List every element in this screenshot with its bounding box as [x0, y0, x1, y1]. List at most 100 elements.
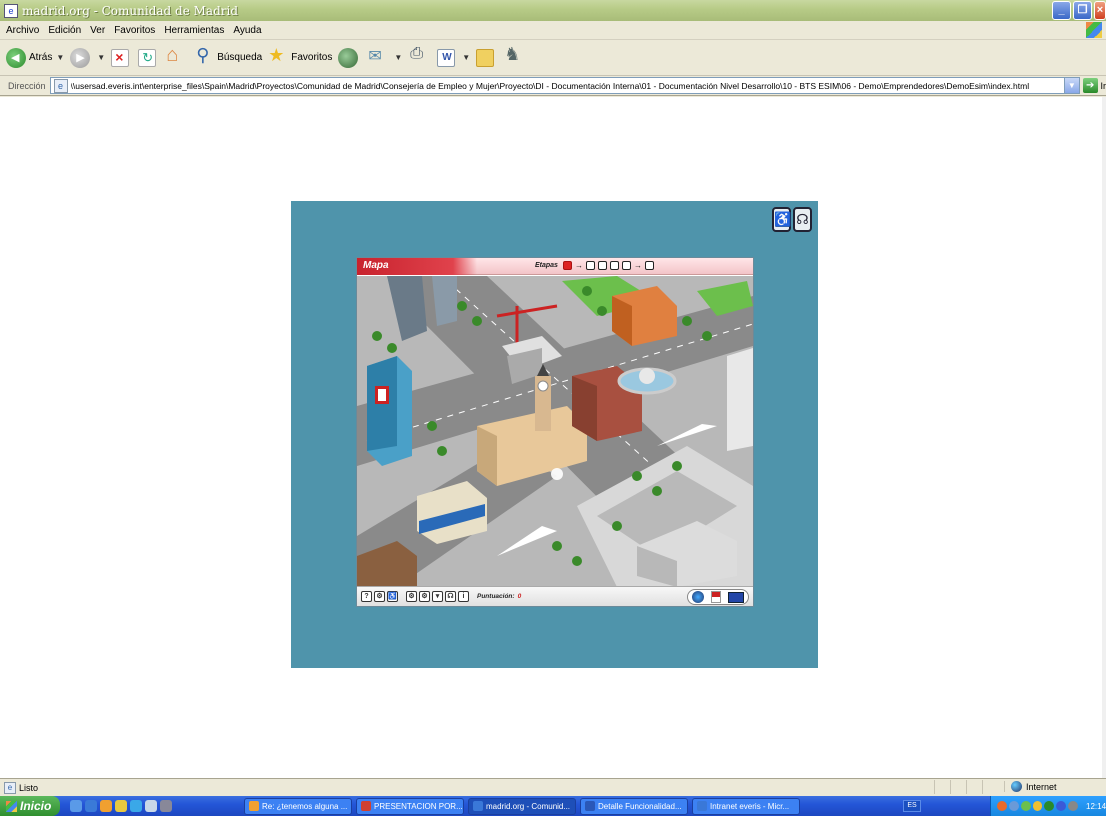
menu-bar: Archivo Edición Ver Favoritos Herramient…: [0, 21, 1106, 40]
funnel-icon[interactable]: ▾: [432, 591, 443, 602]
standard-toolbar: Atrás ▼ ▼ Búsqueda Favoritos ▼ ▼: [0, 40, 1106, 76]
media-icon: [338, 47, 359, 68]
browser-icon[interactable]: [85, 800, 97, 812]
star-icon: [268, 45, 288, 68]
go-arrow-icon[interactable]: ➔: [1082, 78, 1098, 93]
taskbar-item-intranet[interactable]: Intranet everis - Micr...: [692, 797, 800, 815]
mail-dropdown-icon[interactable]: ▼: [394, 53, 402, 62]
favorites-button[interactable]: Favoritos: [268, 45, 332, 68]
messenger-icon[interactable]: [115, 800, 127, 812]
info-icon[interactable]: i: [458, 591, 469, 602]
vertical-scrollbar[interactable]: [1102, 97, 1106, 778]
comunidad-madrid-logo-icon: [710, 591, 721, 603]
windows-logo-icon: [6, 800, 17, 812]
tray-app-icon[interactable]: [1032, 801, 1043, 811]
media-button[interactable]: [338, 47, 361, 68]
back-button[interactable]: Atrás: [6, 47, 53, 68]
taskbar-item-presentation[interactable]: PRESENTACION POR...: [356, 797, 464, 815]
game-panel: Mapa Etapas → → ? ⚙ ♿ ⚙ ⚙ ▾ ☊ i Puntuaci…: [356, 257, 754, 607]
security-zone: Internet: [1004, 781, 1100, 792]
wheelchair-icon[interactable]: ♿: [387, 591, 398, 602]
menu-ver[interactable]: Ver: [90, 25, 105, 36]
tool-icon[interactable]: ⚙: [419, 591, 430, 602]
forward-button[interactable]: [70, 47, 93, 68]
close-button[interactable]: ×: [1094, 1, 1106, 20]
menu-edicion[interactable]: Edición: [48, 25, 81, 36]
tray-app-icon[interactable]: [997, 801, 1007, 811]
quick-launch: [70, 800, 172, 812]
page-icon: e: [53, 78, 68, 93]
game-header: Mapa Etapas → →: [357, 258, 753, 275]
refresh-button[interactable]: [138, 48, 159, 67]
zone-label: Internet: [1026, 781, 1057, 792]
city-map[interactable]: [357, 276, 753, 587]
ie-icon: [473, 801, 483, 811]
explorer-icon[interactable]: [145, 800, 157, 812]
taskbar-item-detalle[interactable]: Detalle Funcionalidad...: [580, 797, 688, 815]
tool-icon[interactable]: ⚙: [406, 591, 417, 602]
wheelchair-icon[interactable]: ♿: [772, 207, 791, 232]
menu-ayuda[interactable]: Ayuda: [233, 25, 261, 36]
address-dropdown-icon[interactable]: ▼: [1063, 78, 1079, 93]
stop-icon: [111, 48, 130, 67]
go-button[interactable]: Ir: [1101, 81, 1106, 91]
tray-network-icon[interactable]: [1008, 801, 1019, 811]
home-button[interactable]: [165, 44, 188, 68]
edit-button[interactable]: [437, 48, 458, 67]
settings-icon[interactable]: ⚙: [374, 591, 385, 602]
tray-app-icon[interactable]: [1056, 801, 1067, 811]
maximize-button[interactable]: ❐: [1073, 1, 1092, 20]
stages-indicator: Etapas → →: [535, 261, 654, 270]
audio-icon[interactable]: ☊: [793, 207, 812, 232]
app-icon[interactable]: [160, 800, 172, 812]
stage-box: [585, 261, 595, 270]
back-label: Atrás: [29, 52, 53, 63]
messenger-button[interactable]: [503, 44, 526, 68]
search-button[interactable]: Búsqueda: [194, 45, 263, 68]
game-footer: ? ⚙ ♿ ⚙ ⚙ ▾ ☊ i Puntuación: 0: [357, 586, 753, 606]
task-label: Intranet everis - Micr...: [710, 801, 790, 811]
search-label: Búsqueda: [217, 52, 263, 63]
language-indicator[interactable]: ES: [903, 800, 921, 812]
outlook-icon[interactable]: [100, 800, 112, 812]
mail-button[interactable]: [367, 46, 390, 68]
folder-button[interactable]: [476, 48, 497, 67]
edit-dropdown-icon[interactable]: ▼: [462, 53, 470, 62]
back-dropdown-icon[interactable]: ▼: [56, 53, 64, 62]
taskbar-item-madrid[interactable]: madrid.org - Comunid...: [468, 797, 576, 815]
address-bar: Dirección e \\usersad.everis.int\enterpr…: [0, 76, 1106, 96]
menu-favoritos[interactable]: Favoritos: [114, 25, 155, 36]
mail-icon: [367, 46, 387, 68]
help-icon[interactable]: ?: [361, 591, 372, 602]
stage-box: [597, 261, 607, 270]
tray-app-icon[interactable]: [1044, 801, 1055, 811]
audio-icon[interactable]: ☊: [445, 591, 456, 602]
stage-box: [562, 261, 572, 270]
tray-app-icon[interactable]: [1068, 801, 1079, 811]
stop-button[interactable]: [111, 48, 132, 67]
start-button[interactable]: Inicio: [0, 796, 60, 816]
menu-archivo[interactable]: Archivo: [6, 25, 39, 36]
ie-icon: [697, 801, 707, 811]
taskbar-item-mail[interactable]: Re: ¿tenemos alguna ...: [244, 797, 352, 815]
folder-icon: [476, 48, 495, 67]
minimize-button[interactable]: _: [1052, 1, 1071, 20]
clock: 12:14: [1086, 801, 1106, 811]
system-tray: 12:14: [990, 796, 1106, 816]
address-input[interactable]: e \\usersad.everis.int\enterprise_files\…: [49, 77, 1080, 94]
forward-dropdown-icon[interactable]: ▼: [97, 53, 105, 62]
page-content: ♿ ☊ Mapa Etapas → → ? ⚙ ♿ ⚙ ⚙ ▾ ☊ i Punt…: [0, 97, 1106, 778]
menu-herramientas[interactable]: Herramientas: [164, 25, 224, 36]
home-icon: [165, 44, 185, 68]
address-label: Dirección: [8, 80, 46, 91]
status-cells: [934, 780, 998, 794]
ie-icon[interactable]: [70, 800, 82, 812]
outlook-icon: [249, 801, 259, 811]
status-bar: e Listo Internet: [0, 778, 1106, 796]
print-button[interactable]: [408, 45, 431, 68]
window-title: madrid.org - Comunidad de Madrid: [22, 3, 238, 18]
tray-app-icon[interactable]: [1020, 801, 1031, 811]
media-icon[interactable]: [130, 800, 142, 812]
eu-flag-icon: [728, 591, 745, 603]
word-icon: [585, 801, 595, 811]
